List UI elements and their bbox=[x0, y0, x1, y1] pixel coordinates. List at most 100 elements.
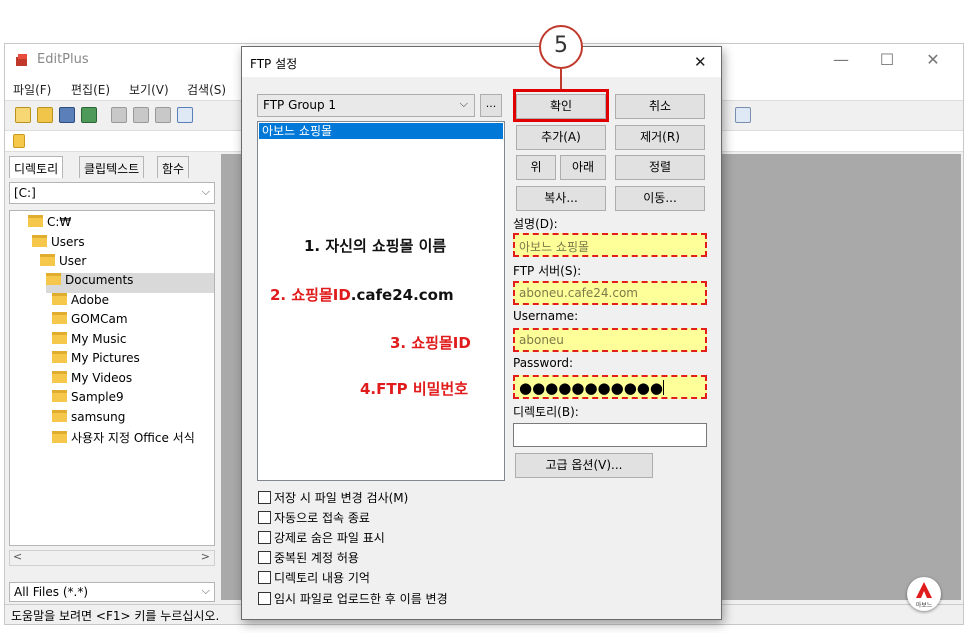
chevron-left-icon[interactable]: < bbox=[13, 550, 22, 563]
tree-item[interactable]: My Pictures bbox=[52, 351, 140, 371]
ftp-site-item-selected[interactable]: 아보느 쇼핑몰 bbox=[259, 123, 503, 139]
move-down-button[interactable]: 아래 bbox=[560, 155, 606, 180]
ftp-group-value: FTP Group 1 bbox=[263, 98, 337, 112]
browser-icon[interactable] bbox=[177, 107, 193, 123]
directory-input[interactable] bbox=[513, 423, 707, 447]
tree-item[interactable]: My Videos bbox=[52, 371, 132, 391]
folder-icon bbox=[52, 410, 67, 422]
tree-item[interactable]: C:₩ bbox=[28, 215, 71, 235]
folder-icon bbox=[32, 235, 47, 247]
step-pointer-line bbox=[560, 69, 562, 91]
sort-button[interactable]: 정렬 bbox=[615, 155, 705, 180]
tree-horizontal-scrollbar[interactable]: < > bbox=[9, 550, 215, 566]
tree-item[interactable]: 사용자 지정 Office 서식 bbox=[52, 429, 195, 449]
checkbox-icon bbox=[258, 531, 271, 544]
remove-button[interactable]: 제거(R) bbox=[615, 125, 705, 150]
checkbox-remember-directory[interactable]: 디렉토리 내용 기억 bbox=[258, 569, 370, 587]
file-filter-value: All Files (*.*) bbox=[14, 585, 89, 599]
text-caret bbox=[662, 380, 664, 395]
ftp-server-label: FTP 서버(S): bbox=[513, 264, 582, 278]
description-input[interactable]: 아보느 쇼핑몰 bbox=[513, 233, 707, 257]
tree-item[interactable]: Sample9 bbox=[52, 390, 124, 410]
annotation-shop-id-part: 2. 쇼핑몰ID bbox=[270, 286, 351, 304]
tab-directory[interactable]: 디렉토리 bbox=[9, 156, 64, 178]
checkbox-show-hidden-files[interactable]: 강제로 숨은 파일 표시 bbox=[258, 529, 385, 547]
menu-search[interactable]: 검색(S) bbox=[187, 81, 226, 98]
save-all-icon[interactable] bbox=[81, 107, 97, 123]
username-label: Username: bbox=[513, 309, 579, 323]
file-filter-select[interactable]: All Files (*.*) ⌵ bbox=[9, 582, 215, 602]
annotation-ftp-server: 2. 쇼핑몰ID.cafe24.com bbox=[270, 284, 454, 305]
dialog-titlebar: FTP 설정 ✕ bbox=[242, 47, 721, 77]
save-icon[interactable] bbox=[59, 107, 75, 123]
tree-item-selected[interactable]: Documents bbox=[46, 273, 214, 293]
checkbox-icon bbox=[258, 551, 271, 564]
copy-button[interactable]: 복사... bbox=[516, 186, 606, 211]
left-panel: 디렉토리 클립텍스트 함수 [C:] ⌵ C:₩ Users User Docu… bbox=[7, 154, 217, 602]
chevron-down-icon: ⌵ bbox=[459, 97, 468, 110]
document-icon[interactable] bbox=[13, 134, 25, 148]
checkbox-allow-duplicate-accounts[interactable]: 중복된 계정 허용 bbox=[258, 549, 359, 567]
print-preview-icon[interactable] bbox=[111, 107, 127, 123]
tree-item[interactable]: My Music bbox=[52, 332, 126, 352]
folder-icon bbox=[52, 332, 67, 344]
print-icon[interactable] bbox=[133, 107, 149, 123]
checkbox-icon bbox=[258, 571, 271, 584]
checkbox-icon bbox=[258, 511, 271, 524]
password-input[interactable]: ●●●●●●●●●●● bbox=[513, 375, 707, 399]
new-file-icon[interactable] bbox=[15, 107, 31, 123]
ftp-group-more-button[interactable]: ... bbox=[480, 94, 502, 117]
move-button[interactable]: 이동... bbox=[615, 186, 705, 211]
brand-logo-mark bbox=[916, 582, 932, 598]
close-window-button[interactable]: ✕ bbox=[913, 48, 953, 72]
tab-cliptext[interactable]: 클립텍스트 bbox=[79, 156, 145, 178]
annotation-username: 3. 쇼핑몰ID bbox=[390, 334, 471, 352]
annotation-domain-part: .cafe24.com bbox=[350, 286, 454, 304]
checkbox-auto-disconnect[interactable]: 자동으로 접속 종료 bbox=[258, 509, 370, 527]
add-button[interactable]: 추가(A) bbox=[516, 125, 606, 150]
cancel-button[interactable]: 취소 bbox=[615, 94, 705, 119]
username-value: aboneu bbox=[519, 333, 564, 347]
dialog-close-icon[interactable]: ✕ bbox=[694, 53, 707, 71]
description-value: 아보느 쇼핑몰 bbox=[519, 240, 590, 254]
chevron-down-icon: ⌵ bbox=[201, 185, 210, 198]
ftp-settings-dialog: FTP 설정 ✕ FTP Group 1 ⌵ ... 아보느 쇼핑몰 확인 취소… bbox=[241, 46, 722, 620]
tab-functions[interactable]: 함수 bbox=[157, 156, 190, 178]
ftp-group-select[interactable]: FTP Group 1 ⌵ bbox=[257, 94, 475, 117]
password-value: ●●●●●●●●●●● bbox=[519, 379, 663, 397]
ftp-server-input[interactable]: aboneu.cafe24.com bbox=[513, 281, 707, 305]
menu-edit[interactable]: 편집(E) bbox=[71, 81, 110, 98]
advanced-options-button[interactable]: 고급 옵션(V)... bbox=[515, 453, 653, 478]
directory-tree[interactable]: C:₩ Users User Documents Adobe GOMCam My… bbox=[9, 210, 215, 546]
menu-view[interactable]: 보기(V) bbox=[129, 81, 169, 98]
chevron-right-icon[interactable]: > bbox=[201, 550, 210, 563]
folder-icon bbox=[52, 293, 67, 305]
checkbox-check-file-change[interactable]: 저장 시 파일 변경 검사(M) bbox=[258, 489, 408, 507]
maximize-button[interactable]: ☐ bbox=[867, 48, 907, 72]
checkbox-temp-upload-rename[interactable]: 임시 파일로 업로드한 후 이름 변경 bbox=[258, 590, 448, 608]
menu-file[interactable]: 파일(F) bbox=[13, 81, 51, 98]
tree-item[interactable]: User bbox=[40, 254, 86, 274]
spellcheck-icon[interactable] bbox=[155, 107, 171, 123]
open-folder-icon[interactable] bbox=[37, 107, 53, 123]
folder-icon bbox=[52, 390, 67, 402]
ftp-server-value: aboneu.cafe24.com bbox=[519, 286, 638, 300]
folder-icon bbox=[52, 371, 67, 383]
annotation-shop-name: 1. 자신의 쇼핑몰 이름 bbox=[304, 237, 447, 255]
minimize-icon: — bbox=[833, 50, 849, 69]
drive-select[interactable]: [C:] ⌵ bbox=[9, 182, 215, 204]
tree-item[interactable]: GOMCam bbox=[52, 312, 128, 332]
tree-item[interactable]: samsung bbox=[52, 410, 125, 430]
tree-item[interactable]: Users bbox=[32, 235, 85, 255]
ok-button[interactable]: 확인 bbox=[516, 94, 606, 119]
move-up-button[interactable]: 위 bbox=[516, 155, 556, 180]
username-input[interactable]: aboneu bbox=[513, 328, 707, 352]
status-text: 도움말을 보려면 <F1> 키를 누르십시오. bbox=[11, 609, 220, 623]
editplus-app-icon bbox=[16, 54, 27, 66]
tree-item[interactable]: Adobe bbox=[52, 293, 109, 313]
minimize-button[interactable]: — bbox=[821, 48, 861, 72]
checkbox-icon bbox=[258, 491, 271, 504]
help-pointer-icon[interactable] bbox=[735, 107, 751, 123]
maximize-icon: ☐ bbox=[879, 50, 895, 69]
folder-open-icon bbox=[46, 273, 61, 285]
